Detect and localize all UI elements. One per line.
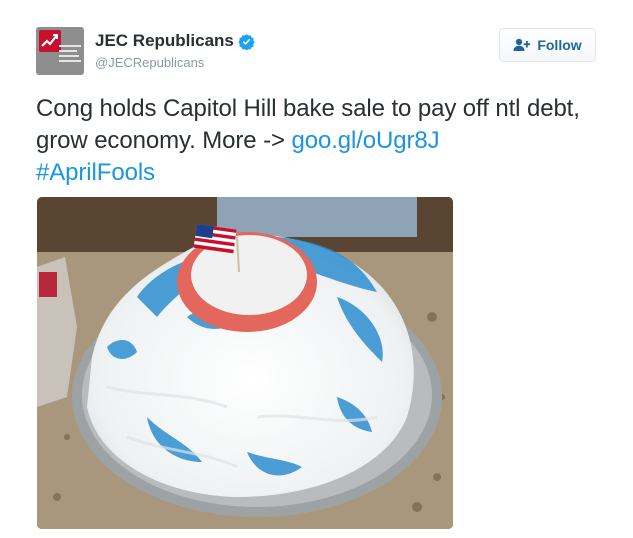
jec-logo-icon (39, 30, 61, 52)
add-user-icon (513, 38, 531, 52)
tweet-photo[interactable] (37, 197, 453, 529)
logo-text-lines (59, 45, 81, 65)
tweet-card: JEC Republicans @JECRepublicans Follow C… (0, 0, 633, 538)
avatar[interactable] (36, 27, 84, 75)
follow-button[interactable]: Follow (499, 28, 596, 62)
follow-button-label: Follow (537, 37, 582, 53)
name-row: JEC Republicans (95, 31, 255, 51)
display-name[interactable]: JEC Republicans (95, 31, 234, 51)
verified-badge-icon (238, 33, 255, 50)
hashtag-link[interactable]: #AprilFools (36, 159, 155, 186)
account-handle[interactable]: @JECRepublicans (95, 55, 204, 70)
tweet-text: Cong holds Capitol Hill bake sale to pay… (36, 93, 611, 189)
tweet-link[interactable]: goo.gl/oUgr8J (291, 127, 439, 154)
